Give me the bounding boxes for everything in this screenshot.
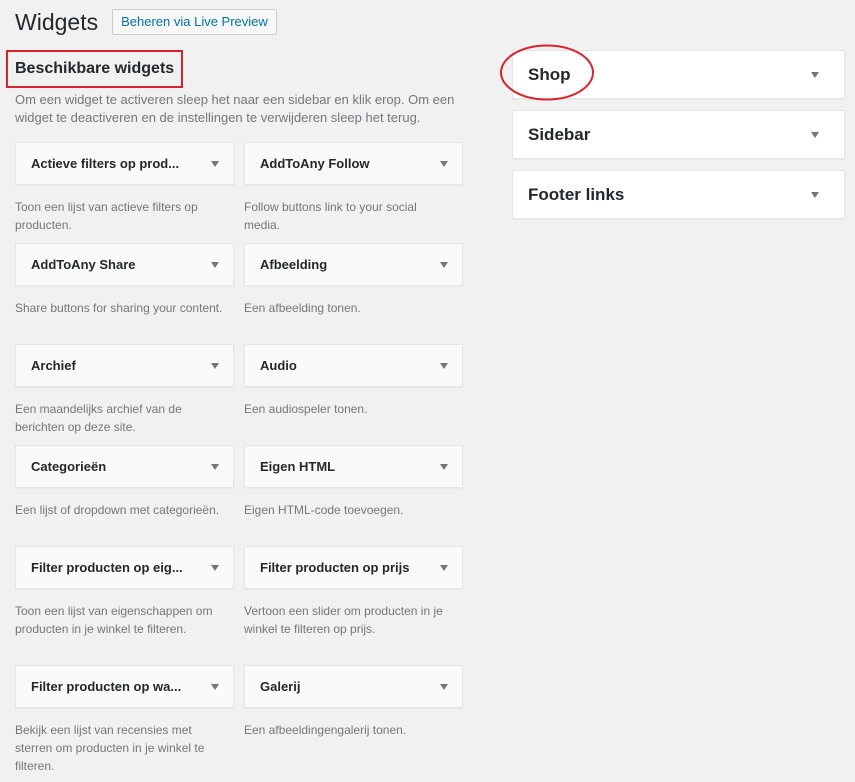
arrow-down-icon[interactable] [211, 261, 219, 268]
widget-description: Een lijst of dropdown met categorieën. [15, 503, 220, 517]
widget-title-bar[interactable]: Categorieën [15, 445, 234, 488]
widget-item[interactable]: Eigen HTML Eigen HTML-code toevoegen. [244, 445, 463, 519]
arrow-down-icon[interactable] [811, 131, 819, 138]
sidebar-footer-links[interactable]: Footer links [512, 170, 845, 219]
widget-description: Een maandelijks archief van de berichten… [15, 402, 182, 434]
sidebar-name: Sidebar [528, 124, 591, 144]
widget-item[interactable]: Afbeelding Een afbeelding tonen. [244, 243, 463, 317]
widget-description: Toon een lijst van eigenschappen om prod… [15, 604, 213, 636]
sidebar-shop[interactable]: Shop [512, 50, 845, 99]
widget-title-bar[interactable]: Afbeelding [244, 243, 463, 286]
live-preview-button[interactable]: Beheren via Live Preview [112, 9, 277, 35]
widget-title-bar[interactable]: Eigen HTML [244, 445, 463, 488]
widget-item[interactable]: AddToAny Share Share buttons for sharing… [15, 243, 234, 317]
arrow-down-icon[interactable] [211, 362, 219, 369]
widget-description: Share buttons for sharing your content. [15, 301, 223, 315]
widget-description: Vertoon een slider om producten in je wi… [244, 604, 443, 636]
widget-item[interactable]: Categorieën Een lijst of dropdown met ca… [15, 445, 234, 519]
arrow-down-icon[interactable] [811, 191, 819, 198]
widget-title-bar[interactable]: Filter producten op wa... [15, 665, 234, 708]
widget-description: Toon een lijst van actieve filters op pr… [15, 200, 198, 232]
widget-item[interactable]: Filter producten op prijs Vertoon een sl… [244, 546, 463, 638]
widget-item[interactable]: Actieve filters op prod... Toon een lijs… [15, 142, 234, 234]
widget-name: Audio [260, 358, 297, 373]
widget-title-bar[interactable]: Galerij [244, 665, 463, 708]
arrow-down-icon[interactable] [211, 463, 219, 470]
page-title: Widgets [15, 9, 99, 35]
widget-name: AddToAny Share [31, 257, 136, 272]
arrow-down-icon[interactable] [440, 261, 448, 268]
widget-item[interactable]: Galerij Een afbeeldingengalerij tonen. [244, 665, 463, 739]
arrow-down-icon[interactable] [440, 160, 448, 167]
widget-name: Archief [31, 358, 76, 373]
widget-name: Actieve filters op prod... [31, 156, 180, 171]
widget-title-bar[interactable]: Filter producten op prijs [244, 546, 463, 589]
arrow-down-icon[interactable] [440, 463, 448, 470]
sidebar-name: Shop [528, 64, 571, 84]
widget-item[interactable]: AddToAny Follow Follow buttons link to y… [244, 142, 463, 234]
arrow-down-icon[interactable] [440, 683, 448, 690]
widget-name: Filter producten op eig... [31, 560, 183, 575]
arrow-down-icon[interactable] [211, 160, 219, 167]
widget-description: Een audiospeler tonen. [244, 402, 368, 416]
widget-title-bar[interactable]: Actieve filters op prod... [15, 142, 234, 185]
widget-description: Bekijk een lijst van recensies met sterr… [15, 723, 205, 773]
widget-name: Galerij [260, 679, 301, 694]
available-widgets-description: Om een widget te activeren sleep het naa… [15, 92, 455, 125]
available-widgets-title: Beschikbare widgets [6, 50, 184, 88]
widget-description: Follow buttons link to your social media… [244, 200, 417, 232]
widget-title-bar[interactable]: AddToAny Share [15, 243, 234, 286]
page-header: Widgets Beheren via Live Preview [15, 5, 277, 39]
widget-name: AddToAny Follow [260, 156, 370, 171]
widget-item[interactable]: Audio Een audiospeler tonen. [244, 344, 463, 418]
widget-title-bar[interactable]: Archief [15, 344, 234, 387]
widget-description: Een afbeeldingengalerij tonen. [244, 723, 407, 737]
widget-description: Eigen HTML-code toevoegen. [244, 503, 404, 517]
widget-title-bar[interactable]: Filter producten op eig... [15, 546, 234, 589]
arrow-down-icon[interactable] [211, 683, 219, 690]
widget-name: Categorieën [31, 459, 107, 474]
widget-name: Filter producten op prijs [260, 560, 410, 575]
arrow-down-icon[interactable] [811, 71, 819, 78]
widget-item[interactable]: Filter producten op wa... Bekijk een lij… [15, 665, 234, 775]
widget-name: Afbeelding [260, 257, 328, 272]
widget-title-bar[interactable]: AddToAny Follow [244, 142, 463, 185]
arrow-down-icon[interactable] [211, 564, 219, 571]
widget-title-bar[interactable]: Audio [244, 344, 463, 387]
sidebar-sidebar[interactable]: Sidebar [512, 110, 845, 159]
arrow-down-icon[interactable] [440, 362, 448, 369]
sidebar-name: Footer links [528, 184, 625, 204]
widget-name: Eigen HTML [260, 459, 336, 474]
widget-description: Een afbeelding tonen. [244, 301, 361, 315]
widget-item[interactable]: Archief Een maandelijks archief van de b… [15, 344, 234, 436]
arrow-down-icon[interactable] [440, 564, 448, 571]
widget-item[interactable]: Filter producten op eig... Toon een lijs… [15, 546, 234, 638]
widget-name: Filter producten op wa... [31, 679, 182, 694]
